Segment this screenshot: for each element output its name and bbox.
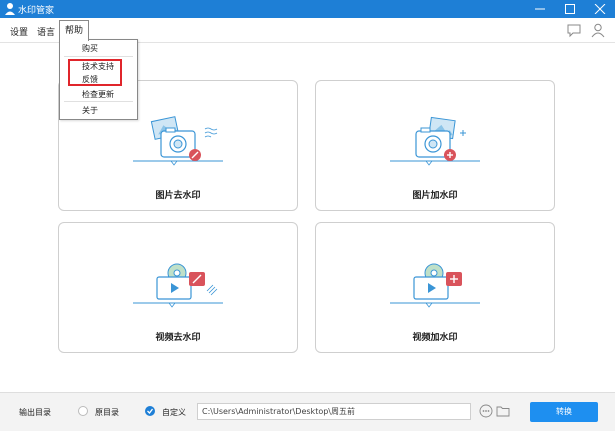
photo-remove-watermark-icon <box>133 116 223 166</box>
photo-add-watermark-icon <box>390 116 480 166</box>
menu-separator <box>64 56 133 57</box>
card-label: 视频加水印 <box>412 333 458 343</box>
more-options-icon[interactable] <box>479 404 493 418</box>
minimize-icon <box>535 8 545 10</box>
menu-item-purchase[interactable]: 购买 <box>82 43 98 54</box>
output-bar: 输出目录 原目录 自定义 转换 <box>0 392 615 431</box>
radio-original-dir[interactable] <box>78 406 88 416</box>
menu-separator <box>64 101 133 102</box>
close-icon <box>594 4 606 14</box>
card-video-remove-watermark[interactable]: 视频去水印 <box>58 222 298 353</box>
app-logo-icon <box>5 3 15 15</box>
convert-button[interactable]: 转换 <box>530 402 598 422</box>
maximize-button[interactable] <box>555 0 585 18</box>
video-add-watermark-icon <box>390 263 480 308</box>
radio-original-label[interactable]: 原目录 <box>95 407 119 418</box>
window-title: 水印管家 <box>18 6 55 16</box>
output-dir-label: 输出目录 <box>19 408 51 417</box>
check-icon <box>147 408 154 414</box>
close-button[interactable] <box>585 0 615 18</box>
folder-icon[interactable] <box>496 404 510 418</box>
menu-language[interactable]: 语言 <box>37 25 55 38</box>
menu-help[interactable]: 帮助 <box>59 20 90 41</box>
title-bar: 水印管家 <box>0 0 615 18</box>
menu-settings[interactable]: 设置 <box>10 25 28 38</box>
card-label: 图片去水印 <box>155 191 201 201</box>
output-path-input[interactable] <box>197 403 471 420</box>
menu-item-about[interactable]: 关于 <box>82 105 98 116</box>
maximize-icon <box>565 4 575 14</box>
card-label: 视频去水印 <box>155 333 201 343</box>
user-icon[interactable] <box>590 22 606 38</box>
radio-custom-dir[interactable] <box>145 406 155 416</box>
card-photo-add-watermark[interactable]: 图片加水印 <box>315 80 555 211</box>
radio-custom-label[interactable]: 自定义 <box>162 407 186 418</box>
chat-icon[interactable] <box>566 22 582 38</box>
card-label: 图片加水印 <box>412 191 458 201</box>
highlight-box <box>68 59 122 86</box>
menu-item-check-update[interactable]: 检查更新 <box>82 89 114 100</box>
card-video-add-watermark[interactable]: 视频加水印 <box>315 222 555 353</box>
minimize-button[interactable] <box>525 0 555 18</box>
video-remove-watermark-icon <box>133 263 223 308</box>
